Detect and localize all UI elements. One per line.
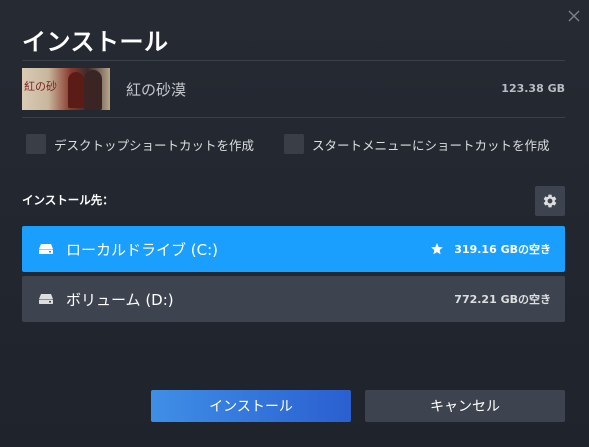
start-menu-shortcut-label[interactable]: スタートメニューにショートカットを作成 (312, 135, 550, 154)
close-button[interactable] (566, 8, 582, 24)
install-dialog: インストール 紅の砂 紅の砂漠 123.38 GB デスクトップショートカットを… (0, 0, 589, 447)
drive-free-space: 772.21 GBの空き (454, 293, 551, 306)
storage-settings-button[interactable] (535, 186, 565, 216)
drive-name: ローカルドライブ (C:) (66, 240, 219, 259)
desktop-shortcut-checkbox[interactable] (26, 134, 46, 154)
close-icon[interactable] (568, 10, 580, 22)
shortcut-options: デスクトップショートカットを作成 スタートメニューにショートカットを作成 (26, 134, 566, 156)
desktop-shortcut-label[interactable]: デスクトップショートカットを作成 (54, 135, 254, 154)
game-info: 紅の砂 紅の砂漠 123.38 GB (22, 68, 565, 110)
drive-icon (38, 241, 54, 257)
install-button[interactable]: インストール (151, 390, 351, 422)
dialog-title: インストール (22, 28, 169, 56)
cancel-button[interactable]: キャンセル (365, 390, 565, 422)
start-menu-shortcut-option[interactable]: スタートメニューにショートカットを作成 (284, 134, 550, 154)
game-thumbnail: 紅の砂 (22, 68, 110, 110)
drive-option-c[interactable]: ローカルドライブ (C:) 319.16 GBの空き (22, 226, 565, 272)
title-divider (22, 60, 565, 61)
desktop-shortcut-option[interactable]: デスクトップショートカットを作成 (26, 134, 254, 154)
game-name: 紅の砂漠 (126, 81, 187, 99)
drive-name: ボリューム (D:) (66, 290, 174, 309)
install-location-label: インストール先： (22, 193, 114, 207)
drive-option-d[interactable]: ボリューム (D:) 772.21 GBの空き (22, 276, 565, 322)
gear-icon[interactable] (542, 193, 558, 209)
game-size: 123.38 GB (501, 82, 565, 95)
thumbnail-title: 紅の砂 (24, 80, 57, 93)
drive-free-space: 319.16 GBの空き (454, 243, 551, 256)
drive-icon (38, 291, 54, 307)
star-icon (430, 242, 444, 256)
start-menu-shortcut-checkbox[interactable] (284, 134, 304, 154)
game-divider (22, 117, 565, 118)
